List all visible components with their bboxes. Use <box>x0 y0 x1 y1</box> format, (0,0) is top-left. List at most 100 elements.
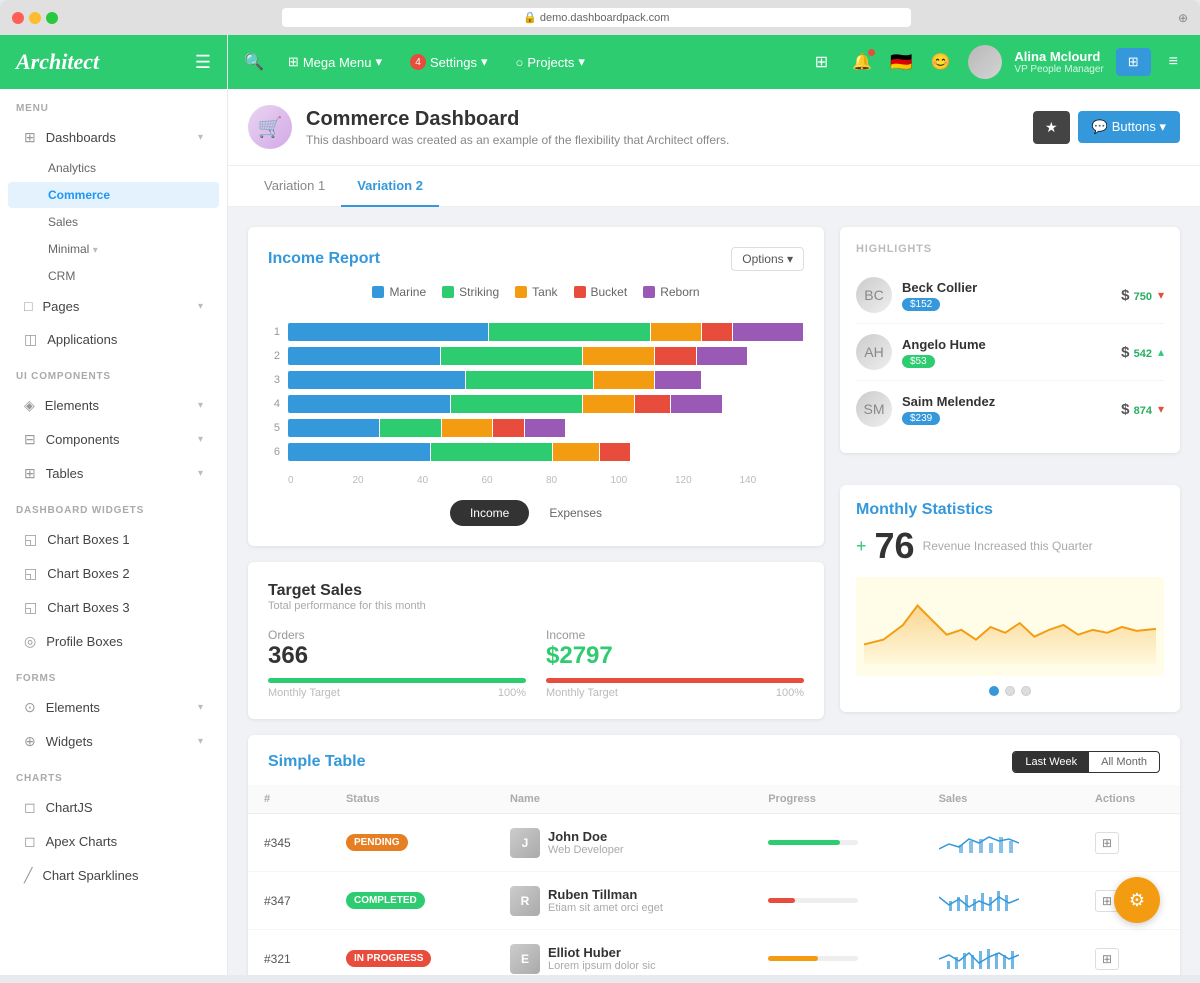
sidebar-item-dashboards[interactable]: ⊞ Dashboards ▾ <box>8 121 219 154</box>
sidebar-sub-minimal[interactable]: Minimal ▾ <box>8 236 219 262</box>
bar-row: 3 <box>268 371 804 389</box>
notification-button[interactable]: 🔔 <box>846 46 878 78</box>
sidebar-item-chart-boxes-1[interactable]: ◱ Chart Boxes 1 <box>8 523 219 556</box>
expenses-toggle[interactable]: Expenses <box>529 500 622 526</box>
table-toggle: Last Week All Month <box>1012 751 1160 773</box>
cell-name: R Ruben Tillman Etiam sit amet orci eget <box>494 872 752 930</box>
bar-row: 4 <box>268 395 804 413</box>
content-body: Income Report Options ▾ Marine Striking <box>228 207 1200 975</box>
trend-icon-3: ▾ <box>1158 402 1164 416</box>
main-content: 🔍 ⊞ Mega Menu ▾ 4 Settings ▾ ○ Projects … <box>228 35 1200 975</box>
language-flag[interactable]: 🇩🇪 <box>890 52 912 73</box>
sidebar-item-applications[interactable]: ◫ Applications <box>8 323 219 356</box>
table-row: #345 PENDING J John Doe Web Developer <box>248 814 1180 872</box>
components-icon: ⊟ <box>24 431 36 448</box>
options-button[interactable]: Options ▾ <box>731 247 804 271</box>
row-action-button[interactable]: ⊞ <box>1095 832 1119 854</box>
cell-progress <box>752 814 922 872</box>
widgets-icon: ⊕ <box>24 733 36 750</box>
highlight-row-3: SM Saim Melendez $239 $ 874 ▾ <box>856 381 1164 437</box>
legend-striking: Striking <box>442 285 499 299</box>
col-id: # <box>248 785 330 814</box>
sidebar-sub-sales[interactable]: Sales <box>8 209 219 235</box>
sidebar-item-profile-boxes[interactable]: ◎ Profile Boxes <box>8 625 219 658</box>
sidebar-item-chartjs[interactable]: ◻ ChartJS <box>8 791 219 824</box>
dashboard-icon: ⊞ <box>24 129 36 146</box>
browser-address: 🔒 demo.dashboardpack.com <box>282 8 911 27</box>
cell-progress <box>752 930 922 976</box>
sidebar-sub-crm[interactable]: CRM <box>8 263 219 289</box>
sidebar-item-tables[interactable]: ⊞ Tables ▾ <box>8 457 219 490</box>
topbar: 🔍 ⊞ Mega Menu ▾ 4 Settings ▾ ○ Projects … <box>228 35 1200 89</box>
x-axis: 0 20 40 60 80 100 120 140 <box>268 475 804 486</box>
bar-row: 5 <box>268 419 804 437</box>
row-action-button[interactable]: ⊞ <box>1095 948 1119 970</box>
settings-button[interactable]: 4 Settings ▾ <box>402 50 496 74</box>
sidebar-menu-icon[interactable]: ☰ <box>195 52 211 73</box>
cell-status: COMPLETED <box>330 872 494 930</box>
carousel-dot-3[interactable] <box>1021 686 1031 696</box>
topbar-more-button[interactable]: ≡ <box>1163 47 1184 77</box>
sidebar-item-forms-elements[interactable]: ⊙ Elements ▾ <box>8 691 219 724</box>
favorite-button[interactable]: ★ <box>1033 111 1070 144</box>
sidebar-item-components[interactable]: ⊟ Components ▾ <box>8 423 219 456</box>
cell-sales <box>923 930 1079 976</box>
simple-table-card: Simple Table Last Week All Month # Statu… <box>248 735 1180 975</box>
sidebar-item-chart-boxes-2[interactable]: ◱ Chart Boxes 2 <box>8 557 219 590</box>
table-row: #347 COMPLETED R Ruben Tillman Etiam sit… <box>248 872 1180 930</box>
sidebar-sub-analytics[interactable]: Analytics <box>8 155 219 181</box>
settings-fab[interactable]: ⚙ <box>1114 877 1160 923</box>
sidebar-item-apex-charts[interactable]: ◻ Apex Charts <box>8 825 219 858</box>
page-subtitle: This dashboard was created as an example… <box>306 133 729 147</box>
highlights-card: HIGHLIGHTS BC Beck Collier $152 $ 750 ▾ … <box>840 227 1180 453</box>
col-sales: Sales <box>923 785 1079 814</box>
logo-text: Architect <box>16 49 99 75</box>
chart-box-2-icon: ◱ <box>24 565 37 582</box>
sidebar-item-chart-boxes-3[interactable]: ◱ Chart Boxes 3 <box>8 591 219 624</box>
income-report-title: Income Report <box>268 250 380 268</box>
grid-icon: ⊞ <box>288 54 299 70</box>
settings-badge: 4 <box>410 54 426 70</box>
smiley-button[interactable]: 😊 <box>925 46 957 78</box>
carousel-dot-2[interactable] <box>1005 686 1015 696</box>
sidebar-item-elements[interactable]: ◈ Elements ▾ <box>8 389 219 422</box>
sidebar-item-pages[interactable]: □ Pages ▾ <box>8 290 219 322</box>
target-title: Target Sales <box>268 582 804 600</box>
search-icon[interactable]: 🔍 <box>244 52 264 72</box>
all-month-toggle[interactable]: All Month <box>1089 752 1159 772</box>
bar-row: 2 <box>268 347 804 365</box>
chart-box-3-icon: ◱ <box>24 599 37 616</box>
carousel-dot-1[interactable] <box>989 686 999 696</box>
chartjs-icon: ◻ <box>24 799 36 816</box>
bar-row: 1 <box>268 323 804 341</box>
charts-label: CHARTS <box>0 759 227 790</box>
tab-variation1[interactable]: Variation 1 <box>248 166 341 207</box>
highlight-row-2: AH Angelo Hume $53 $ 542 ▴ <box>856 324 1164 381</box>
income-toggle[interactable]: Income <box>450 500 529 526</box>
carousel-dots <box>856 686 1164 696</box>
last-week-toggle[interactable]: Last Week <box>1013 752 1089 772</box>
chart-box-1-icon: ◱ <box>24 531 37 548</box>
table-title: Simple Table <box>268 753 366 771</box>
projects-button[interactable]: ○ Projects ▾ <box>508 50 593 74</box>
sidebar-item-widgets[interactable]: ⊕ Widgets ▾ <box>8 725 219 758</box>
dashboard-widgets-label: DASHBOARD WIDGETS <box>0 491 227 522</box>
tab-variation2[interactable]: Variation 2 <box>341 166 439 207</box>
apps-grid-button[interactable]: ⊞ <box>809 46 834 78</box>
mega-menu-button[interactable]: ⊞ Mega Menu ▾ <box>280 50 390 74</box>
profile-boxes-icon: ◎ <box>24 633 36 650</box>
forms-elements-icon: ⊙ <box>24 699 36 716</box>
tables-icon: ⊞ <box>24 465 36 482</box>
buttons-dropdown[interactable]: 💬 Buttons ▾ <box>1078 111 1180 143</box>
monthly-sparkline <box>864 585 1156 665</box>
chat-icon: 💬 <box>1092 119 1108 135</box>
cell-progress <box>752 872 922 930</box>
col-name: Name <box>494 785 752 814</box>
sidebar-item-chart-sparklines[interactable]: ╱ Chart Sparklines <box>8 859 219 892</box>
sidebar-sub-commerce[interactable]: Commerce <box>8 182 219 208</box>
col-progress: Progress <box>752 785 922 814</box>
user-avatar[interactable] <box>968 45 1002 79</box>
topbar-actions-button[interactable]: ⊞ <box>1116 48 1151 76</box>
orders-stat: Orders 366 Monthly Target 100% <box>268 628 526 699</box>
col-actions: Actions <box>1079 785 1180 814</box>
